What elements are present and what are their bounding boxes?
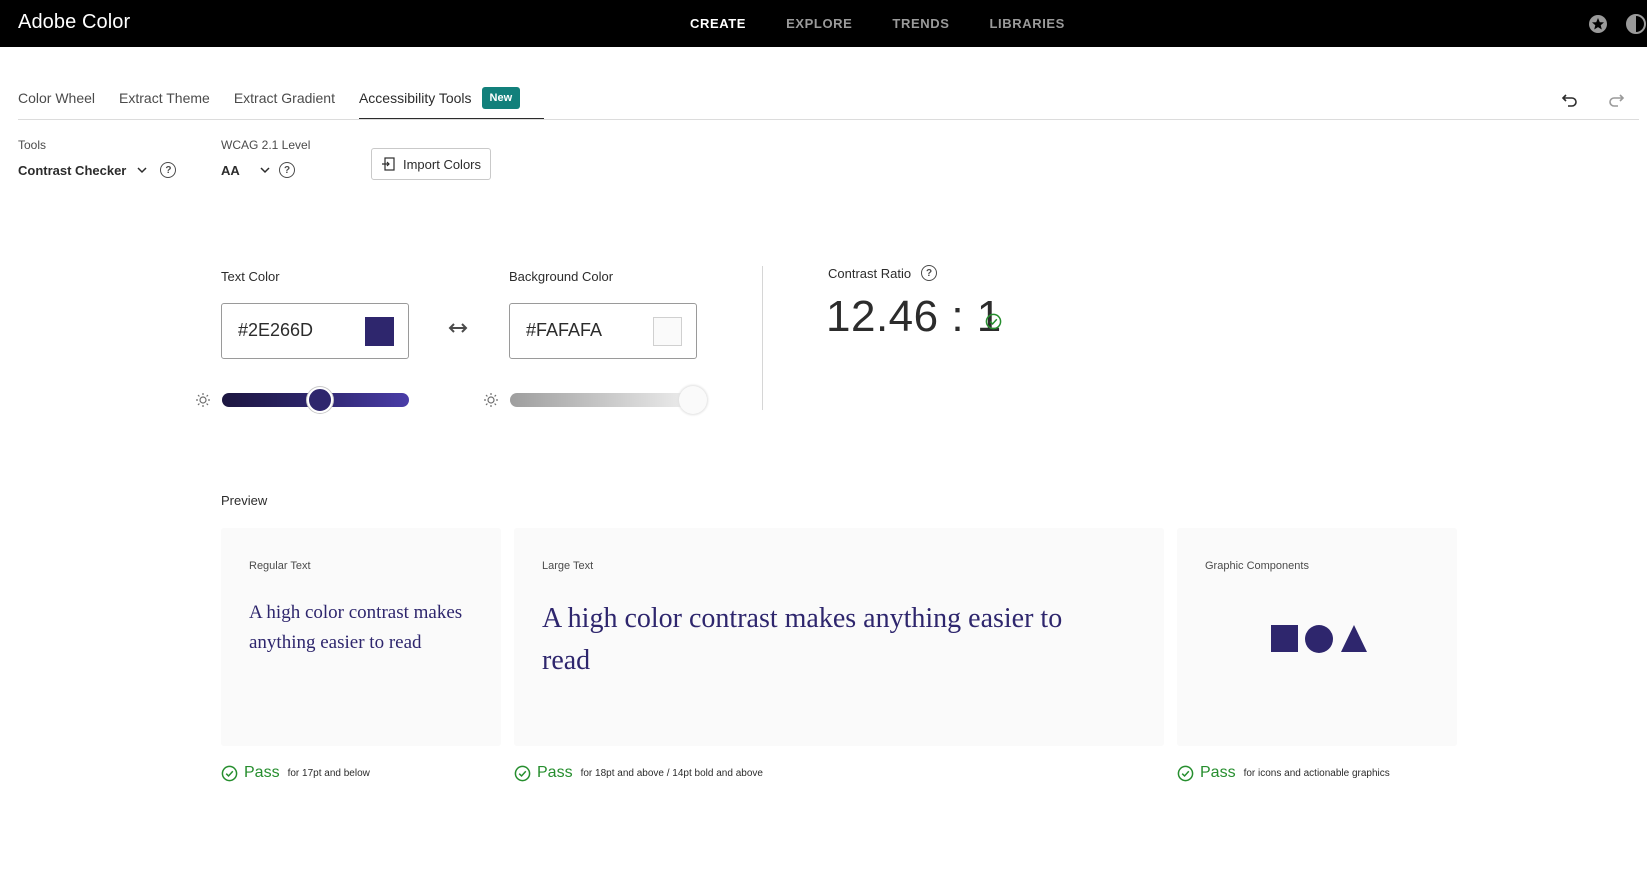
help-icon[interactable]: ? xyxy=(160,162,177,178)
pass-label: Pass xyxy=(1200,764,1236,781)
background-brightness-thumb[interactable] xyxy=(679,386,707,414)
pass-label: Pass xyxy=(244,764,280,781)
import-label: Import Colors xyxy=(402,156,482,172)
background-color-swatch[interactable] xyxy=(653,317,682,346)
card-title: Large Text xyxy=(542,560,594,572)
text-color-swatch[interactable] xyxy=(365,317,394,346)
help-icon[interactable]: ? xyxy=(921,265,938,281)
text-color-input[interactable] xyxy=(238,320,348,341)
theme-toggle-icon[interactable] xyxy=(1625,13,1647,35)
check-circle-icon xyxy=(1177,765,1194,781)
card-title: Regular Text xyxy=(249,560,311,572)
graphic-shapes xyxy=(1271,625,1367,653)
pass-note: for 18pt and above / 14pt bold and above xyxy=(580,767,763,779)
mode-tabs: Color Wheel Extract Theme Extract Gradie… xyxy=(18,86,545,120)
check-circle-icon xyxy=(514,765,531,781)
tab-extract-theme[interactable]: Extract Theme xyxy=(119,86,210,120)
chevron-down-icon xyxy=(260,167,270,174)
swap-colors-icon[interactable] xyxy=(448,318,468,338)
nav-libraries[interactable]: LIBRARIES xyxy=(989,16,1064,31)
import-colors-button[interactable]: Import Colors xyxy=(371,148,491,180)
background-brightness-slider[interactable] xyxy=(510,393,697,407)
background-color-label: Background Color xyxy=(509,269,614,284)
text-color-field[interactable] xyxy=(221,303,409,359)
pass-label: Pass xyxy=(537,764,573,781)
tab-label: Extract Theme xyxy=(119,90,210,106)
tab-label: Accessibility Tools xyxy=(358,90,472,106)
preview-card-graphic: Graphic Components xyxy=(1177,528,1457,746)
triangle-icon xyxy=(1341,625,1367,652)
circle-icon xyxy=(1305,625,1333,653)
tab-label: Extract Gradient xyxy=(233,90,335,106)
large-text-sample: A high color contrast makes anything eas… xyxy=(542,603,1063,676)
tab-extract-gradient[interactable]: Extract Gradient xyxy=(234,86,335,120)
pass-graphic: Pass for icons and actionable graphics xyxy=(1177,764,1390,782)
tab-divider xyxy=(18,119,1639,120)
preview-card-large: Large Text A high color contrast makes a… xyxy=(514,528,1164,746)
wcag-value: AA xyxy=(221,162,240,178)
undo-icon[interactable] xyxy=(1560,89,1580,109)
pass-regular: Pass for 17pt and below xyxy=(221,764,370,782)
text-color-label: Text Color xyxy=(221,269,280,284)
text-brightness-thumb[interactable] xyxy=(307,387,333,413)
card-title: Graphic Components xyxy=(1205,560,1309,572)
check-circle-icon xyxy=(221,765,238,781)
wcag-dropdown[interactable]: AA ? xyxy=(221,162,295,178)
nav-explore[interactable]: EXPLORE xyxy=(786,16,852,31)
contrast-ratio-value: 12.46 : 1 xyxy=(826,292,1002,341)
wcag-label: WCAG 2.1 Level xyxy=(221,138,311,152)
square-icon xyxy=(1271,625,1298,652)
pass-note: for icons and actionable graphics xyxy=(1243,767,1390,779)
vertical-divider xyxy=(762,266,763,410)
tools-dropdown[interactable]: Contrast Checker ? xyxy=(18,162,177,178)
regular-text-sample: A high color contrast makes anything eas… xyxy=(249,602,463,653)
contrast-ratio-label: Contrast Ratio ? xyxy=(828,265,938,281)
star-icon[interactable] xyxy=(1587,13,1609,35)
new-badge: New xyxy=(481,87,521,109)
brightness-icon xyxy=(196,393,210,407)
tab-accessibility-tools[interactable]: Accessibility Tools New xyxy=(358,86,545,120)
pass-note: for 17pt and below xyxy=(287,767,370,779)
chevron-down-icon xyxy=(137,167,147,174)
app-title[interactable]: Adobe Color xyxy=(18,11,130,34)
nav-trends[interactable]: TRENDS xyxy=(892,16,949,31)
top-bar: Adobe Color CREATE EXPLORE TRENDS LIBRAR… xyxy=(0,0,1647,47)
brightness-icon xyxy=(484,393,498,407)
contrast-ratio-label-text: Contrast Ratio xyxy=(828,265,912,281)
tools-label: Tools xyxy=(18,138,47,152)
check-circle-icon xyxy=(985,313,1002,330)
preview-label: Preview xyxy=(221,493,268,508)
help-icon[interactable]: ? xyxy=(279,162,295,178)
background-color-field[interactable] xyxy=(509,303,697,359)
pass-large: Pass for 18pt and above / 14pt bold and … xyxy=(514,764,763,782)
import-icon xyxy=(381,157,395,171)
tab-label: Color Wheel xyxy=(18,90,96,106)
redo-icon[interactable] xyxy=(1606,89,1626,109)
top-nav: CREATE EXPLORE TRENDS LIBRARIES xyxy=(690,16,1105,31)
tools-value: Contrast Checker xyxy=(18,162,127,178)
preview-card-regular: Regular Text A high color contrast makes… xyxy=(221,528,501,746)
tab-color-wheel[interactable]: Color Wheel xyxy=(18,86,95,120)
nav-create[interactable]: CREATE xyxy=(690,16,746,31)
background-color-input[interactable] xyxy=(526,320,636,341)
